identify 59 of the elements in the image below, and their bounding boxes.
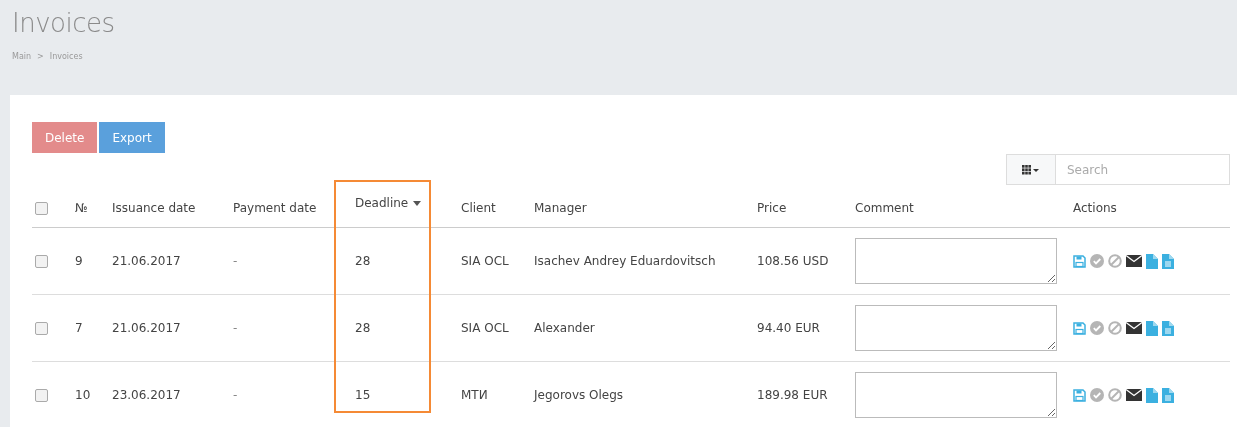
table-cell: - [233, 321, 238, 335]
table-cell: 15 [355, 388, 371, 402]
table-cell: 7 [75, 321, 83, 335]
table-cell: 28 [355, 254, 371, 268]
table-cell: 10 [75, 388, 91, 402]
table-cell: 108.56 USD [757, 254, 829, 268]
comment-field[interactable] [855, 238, 1057, 284]
table-cell: Alexander [534, 321, 595, 335]
check-circle-icon[interactable] [1090, 388, 1104, 402]
table-cell: Jegorovs Olegs [534, 388, 624, 402]
search-field[interactable]: Search [1056, 154, 1230, 185]
column-header[interactable]: Deadline [355, 196, 422, 210]
ban-icon[interactable] [1108, 388, 1122, 402]
comment-field[interactable] [855, 305, 1057, 351]
check-circle-icon[interactable] [1090, 254, 1104, 268]
sort-caret-icon [413, 200, 422, 206]
breadcrumb-item: Invoices [49, 52, 83, 61]
table-cell: SIA OCL [461, 321, 509, 335]
breadcrumb-separator: > [37, 52, 44, 61]
row-checkbox[interactable] [35, 389, 48, 402]
document-icon[interactable] [1162, 320, 1174, 336]
select-all-checkbox[interactable] [35, 202, 48, 215]
save-icon[interactable] [1073, 388, 1086, 402]
check-circle-icon[interactable] [1090, 321, 1104, 335]
envelope-icon[interactable] [1126, 322, 1142, 334]
column-header[interactable]: Issuance date [112, 201, 196, 215]
envelope-icon[interactable] [1126, 255, 1142, 267]
column-header[interactable]: № [75, 201, 88, 215]
ban-icon[interactable] [1108, 321, 1122, 335]
row-checkbox[interactable] [35, 255, 48, 268]
table-cell: - [233, 254, 238, 268]
table-cell: МТИ [461, 388, 488, 402]
ban-icon[interactable] [1108, 254, 1122, 268]
table-cell: - [233, 388, 238, 402]
grid-icon [1022, 164, 1040, 175]
document-icon[interactable] [1162, 387, 1174, 403]
save-icon[interactable] [1073, 254, 1086, 268]
table-cell: SIA OCL [461, 254, 509, 268]
table-cell: Isachev Andrey Eduardovitsch [534, 254, 716, 268]
table-cell: 23.06.2017 [112, 388, 181, 402]
envelope-icon[interactable] [1126, 389, 1142, 401]
comment-field[interactable] [855, 372, 1057, 418]
column-header[interactable]: Manager [534, 201, 587, 215]
table-cell: 21.06.2017 [112, 321, 181, 335]
columns-toggle-button[interactable] [1006, 154, 1056, 185]
table-cell: 9 [75, 254, 83, 268]
column-header[interactable]: Client [461, 201, 496, 215]
table-cell: 21.06.2017 [112, 254, 181, 268]
page-title: Invoices [12, 7, 116, 38]
column-header[interactable]: Comment [855, 201, 914, 215]
table-cell: 28 [355, 321, 371, 335]
table-cell: 189.98 EUR [757, 388, 828, 402]
column-header[interactable]: Price [757, 201, 787, 215]
row-checkbox[interactable] [35, 322, 48, 335]
column-header[interactable]: Actions [1073, 201, 1117, 215]
table-cell: 94.40 EUR [757, 321, 820, 335]
document-icon[interactable] [1162, 253, 1174, 269]
save-icon[interactable] [1073, 321, 1086, 335]
column-header[interactable]: Payment date [233, 201, 317, 215]
